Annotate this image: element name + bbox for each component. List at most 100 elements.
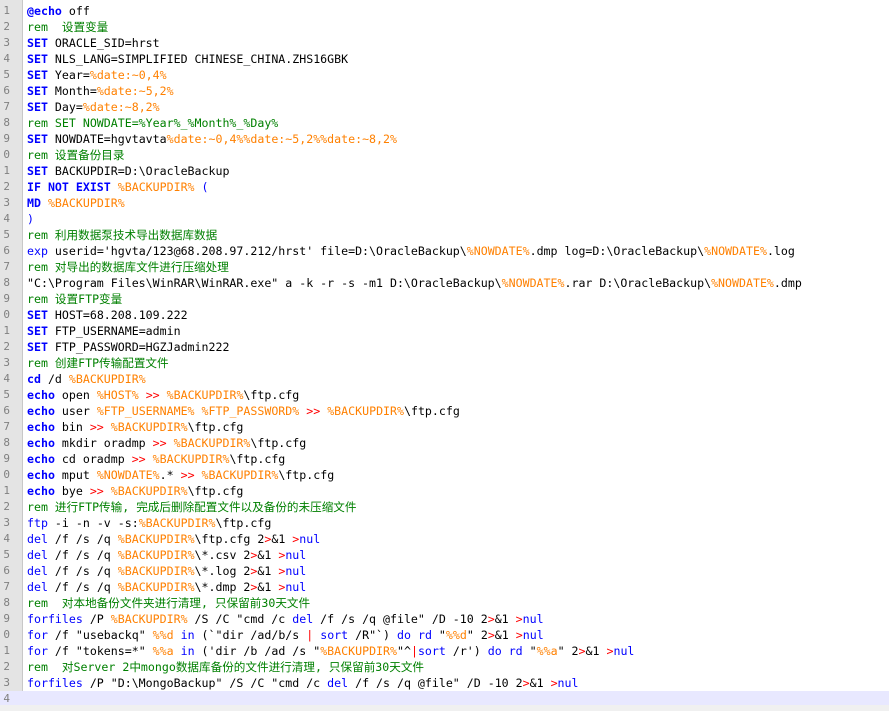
code-line[interactable]: 3 rem 创建FTP传输配置文件	[0, 355, 889, 371]
code-line[interactable]: 6 echo user %FTP_USERNAME% %FTP_PASSWORD%…	[0, 403, 889, 419]
code-token: ('dir /b /ad /s "	[194, 644, 321, 658]
code-token: &1	[529, 676, 551, 690]
code-token: mput	[54, 468, 97, 482]
code-line[interactable]: 4)	[0, 211, 889, 227]
code-line[interactable]: 4 cd /d %BACKUPDIR%	[0, 371, 889, 387]
code-line[interactable]: 4 SET NLS_LANG=SIMPLIFIED CHINESE_CHINA.Z…	[0, 51, 889, 67]
code-line[interactable]: 1 for /f "tokens=*" %%a in ('dir /b /ad /…	[0, 643, 889, 659]
line-number: 2	[3, 500, 10, 513]
line-text: rem 设置备份目录	[27, 147, 124, 163]
code-token: \ftp.cfg	[403, 404, 460, 418]
code-line[interactable]: 5 del /f /s /q %BACKUPDIR%\*.csv 2>&1 >nu…	[0, 547, 889, 563]
code-token: rem 对Server 2中mongo数据库备份的文件进行清理, 只保留前30天…	[27, 660, 425, 674]
code-line[interactable]: 9 forfiles /P %BACKUPDIR% /S /C "cmd /c d…	[0, 611, 889, 627]
code-line[interactable]: 5 echo open %HOST% >> %BACKUPDIR%\ftp.cfg	[0, 387, 889, 403]
code-line[interactable]: 0 SET HOST=68.208.109.222	[0, 307, 889, 323]
code-line[interactable]: 2 rem 设置变量	[0, 19, 889, 35]
horizontal-scrollbar[interactable]	[0, 705, 889, 711]
code-token: %%d	[445, 628, 467, 642]
code-token: |	[410, 644, 418, 658]
code-token: " 2	[557, 644, 579, 658]
code-line[interactable]: 5 rem 利用数据泵技术导出数据库数据	[0, 227, 889, 243]
line-text: del /f /s /q %BACKUPDIR%\*.log 2>&1 >nul	[27, 563, 306, 579]
code-line[interactable]: 1 SET BACKUPDIR=D:\OracleBackup	[0, 163, 889, 179]
code-token: cd oradmp	[54, 452, 132, 466]
code-line[interactable]: 3 forfiles /P "D:\MongoBackup" /S /C "cmd…	[0, 675, 889, 691]
code-token: %BACKUPDIR%	[68, 372, 146, 386]
code-token: BACKUPDIR=D:\OracleBackup	[47, 164, 230, 178]
code-line[interactable]: 2 SET FTP_PASSWORD=HGZJadmin222	[0, 339, 889, 355]
code-line[interactable]: 2 rem 对Server 2中mongo数据库备份的文件进行清理, 只保留前30…	[0, 659, 889, 675]
code-token: %BACKUPDIR%	[117, 180, 195, 194]
code-line[interactable]: 4 del /f /s /q %BACKUPDIR%\ftp.cfg 2>&1 >…	[0, 531, 889, 547]
code-line[interactable]: 2 IF NOT EXIST %BACKUPDIR% (	[0, 179, 889, 195]
line-text: for /f "usebackq" %%d in (`"dir /ad/b/s …	[27, 627, 544, 643]
code-token: >	[578, 644, 586, 658]
code-token: nul	[285, 580, 307, 594]
code-token: >	[522, 676, 530, 690]
code-line[interactable]: 8 rem 对本地备份文件夹进行清理, 只保留前30天文件	[0, 595, 889, 611]
code-line[interactable]: 0 echo mput %NOWDATE%.* >> %BACKUPDIR%\ft…	[0, 467, 889, 483]
code-token: >	[550, 676, 558, 690]
code-line[interactable]: 9 echo cd oradmp >> %BACKUPDIR%\ftp.cfg	[0, 451, 889, 467]
code-area[interactable]: 1 @echo off 2 rem 设置变量 3 SET ORACLE_SID=hrst 4…	[0, 3, 889, 707]
code-token: >	[487, 612, 495, 626]
code-token: (`"dir /ad/b/s	[194, 628, 307, 642]
code-token: nul	[299, 532, 321, 546]
code-token: del	[327, 676, 349, 690]
code-token: %%a	[536, 644, 558, 658]
code-line[interactable]: 3 SET ORACLE_SID=hrst	[0, 35, 889, 51]
code-token: SET	[27, 68, 48, 82]
code-line[interactable]: 9 rem 设置FTP变量	[0, 291, 889, 307]
code-token: \ftp.cfg	[215, 516, 272, 530]
line-number: 1	[3, 324, 10, 337]
code-line[interactable]: 1 SET FTP_USERNAME=admin	[0, 323, 889, 339]
code-editor[interactable]: 1 @echo off 2 rem 设置变量 3 SET ORACLE_SID=hrst 4…	[0, 0, 889, 711]
line-text: IF NOT EXIST %BACKUPDIR% (	[27, 179, 209, 195]
code-token: FTP_PASSWORD=HGZJadmin222	[47, 340, 230, 354]
code-token: %BACKUPDIR%	[110, 420, 188, 434]
code-token: /f "tokens=*"	[47, 644, 153, 658]
code-line[interactable]: 3 ftp -i -n -v -s:%BACKUPDIR%\ftp.cfg	[0, 515, 889, 531]
code-line[interactable]: 7 del /f /s /q %BACKUPDIR%\*.dmp 2>&1 >nu…	[0, 579, 889, 595]
code-line[interactable]: 8 "C:\Program Files\WinRAR\WinRAR.exe" a …	[0, 275, 889, 291]
code-token: FTP_USERNAME=admin	[47, 324, 181, 338]
line-number: 7	[3, 260, 10, 273]
line-text: del /f /s /q %BACKUPDIR%\ftp.cfg 2>&1 >n…	[27, 531, 320, 547]
code-token: &1	[585, 644, 607, 658]
code-token: SET	[27, 100, 48, 114]
code-line[interactable]: 7 echo bin >> %BACKUPDIR%\ftp.cfg	[0, 419, 889, 435]
code-line[interactable]: 9 SET NOWDATE=hgvtavta%date:~0,4%%date:~5…	[0, 131, 889, 147]
code-token: NOWDATE=hgvtavta	[47, 132, 167, 146]
line-number: 7	[3, 420, 10, 433]
code-token: rd	[508, 644, 523, 658]
code-line[interactable]: 7 SET Day=%date:~8,2%	[0, 99, 889, 115]
line-number: 3	[3, 196, 10, 209]
code-line[interactable]: 1 echo bye >> %BACKUPDIR%\ftp.cfg	[0, 483, 889, 499]
code-token: SET	[27, 324, 48, 338]
code-line[interactable]: 5 SET Year=%date:~0,4%	[0, 67, 889, 83]
code-line[interactable]: 0 for /f "usebackq" %%d in (`"dir /ad/b/s…	[0, 627, 889, 643]
code-line[interactable]: 1 @echo off	[0, 3, 889, 19]
code-line[interactable]: 3 MD %BACKUPDIR%	[0, 195, 889, 211]
code-line[interactable]: 0 rem 设置备份目录	[0, 147, 889, 163]
code-token: /r')	[445, 644, 488, 658]
code-token: &1	[271, 532, 293, 546]
code-line[interactable]: 6 del /f /s /q %BACKUPDIR%\*.log 2>&1 >nu…	[0, 563, 889, 579]
code-line[interactable]: 6 SET Month=%date:~5,2%	[0, 83, 889, 99]
code-line[interactable]: 8 rem SET NOWDATE=%Year%_%Month%_%Day%	[0, 115, 889, 131]
code-token: echo	[27, 436, 55, 450]
code-token: %BACKUPDIR%	[327, 404, 404, 418]
code-line[interactable]: 6 exp userid='hgvta/123@68.208.97.212/hrs…	[0, 243, 889, 259]
code-token: %BACKUPDIR%	[320, 644, 397, 658]
code-line[interactable]: 2 rem 进行FTP传输, 完成后删除配置文件以及备份的未压缩文件	[0, 499, 889, 515]
line-number: 0	[3, 308, 10, 321]
line-text: rem 设置FTP变量	[27, 291, 122, 307]
code-line[interactable]: 8 echo mkdir oradmp >> %BACKUPDIR%\ftp.cf…	[0, 435, 889, 451]
code-line[interactable]: 7 rem 对导出的数据库文件进行压缩处理	[0, 259, 889, 275]
line-number: 3	[3, 356, 10, 369]
